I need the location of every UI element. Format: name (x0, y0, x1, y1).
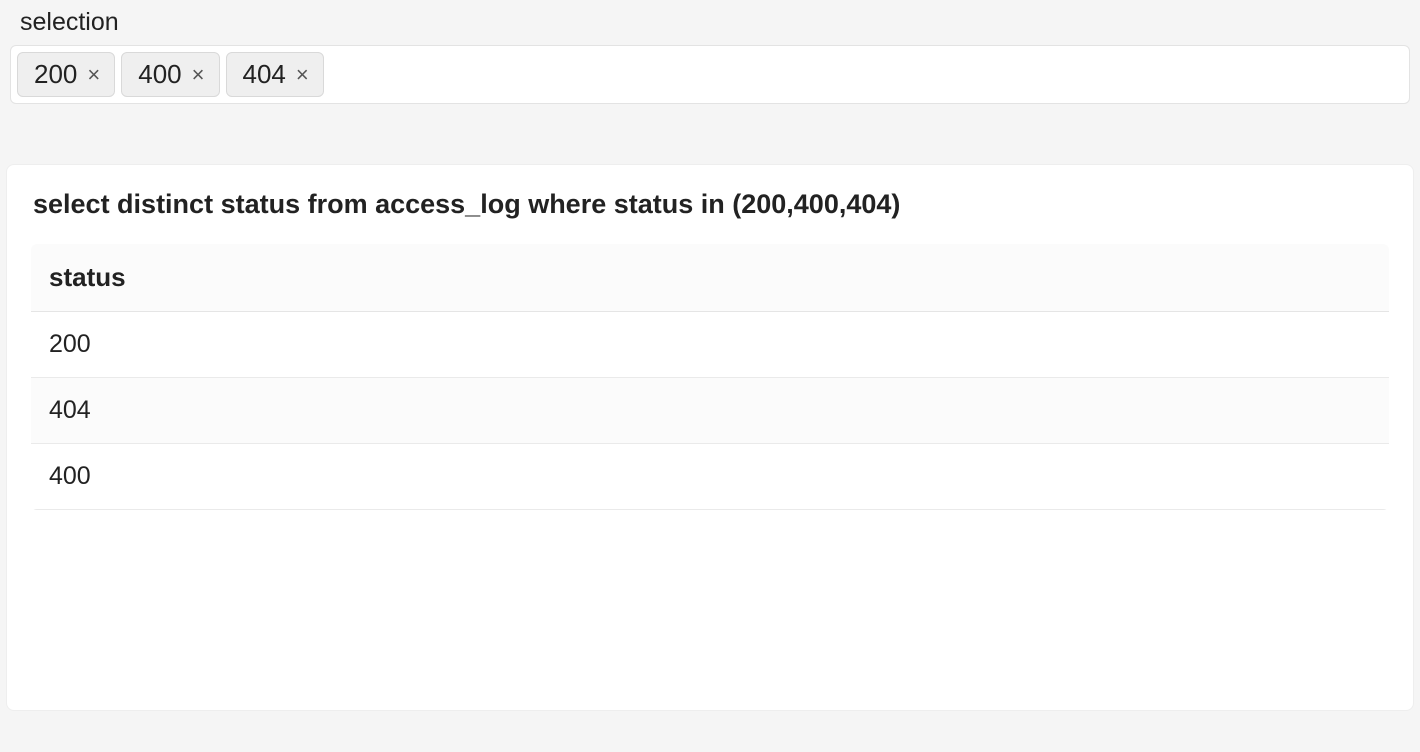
cell-status: 404 (31, 378, 1389, 444)
close-icon[interactable]: × (296, 62, 309, 88)
selection-multiselect[interactable]: 200 × 400 × 404 × (10, 45, 1410, 104)
table-row: 200 (31, 312, 1389, 378)
close-icon[interactable]: × (192, 62, 205, 88)
query-text: select distinct status from access_log w… (33, 189, 1389, 220)
chip-value: 400 (138, 59, 181, 90)
cell-status: 200 (31, 312, 1389, 378)
selection-chip[interactable]: 400 × (121, 52, 219, 97)
chip-value: 200 (34, 59, 77, 90)
close-icon[interactable]: × (87, 62, 100, 88)
chip-value: 404 (243, 59, 286, 90)
selection-chip[interactable]: 200 × (17, 52, 115, 97)
results-card: select distinct status from access_log w… (6, 164, 1414, 711)
results-table: status 200 404 400 (31, 244, 1389, 510)
column-header-status[interactable]: status (31, 244, 1389, 312)
selection-label: selection (20, 8, 1414, 37)
cell-status: 400 (31, 444, 1389, 510)
selection-chip[interactable]: 404 × (226, 52, 324, 97)
table-row: 404 (31, 378, 1389, 444)
table-row: 400 (31, 444, 1389, 510)
